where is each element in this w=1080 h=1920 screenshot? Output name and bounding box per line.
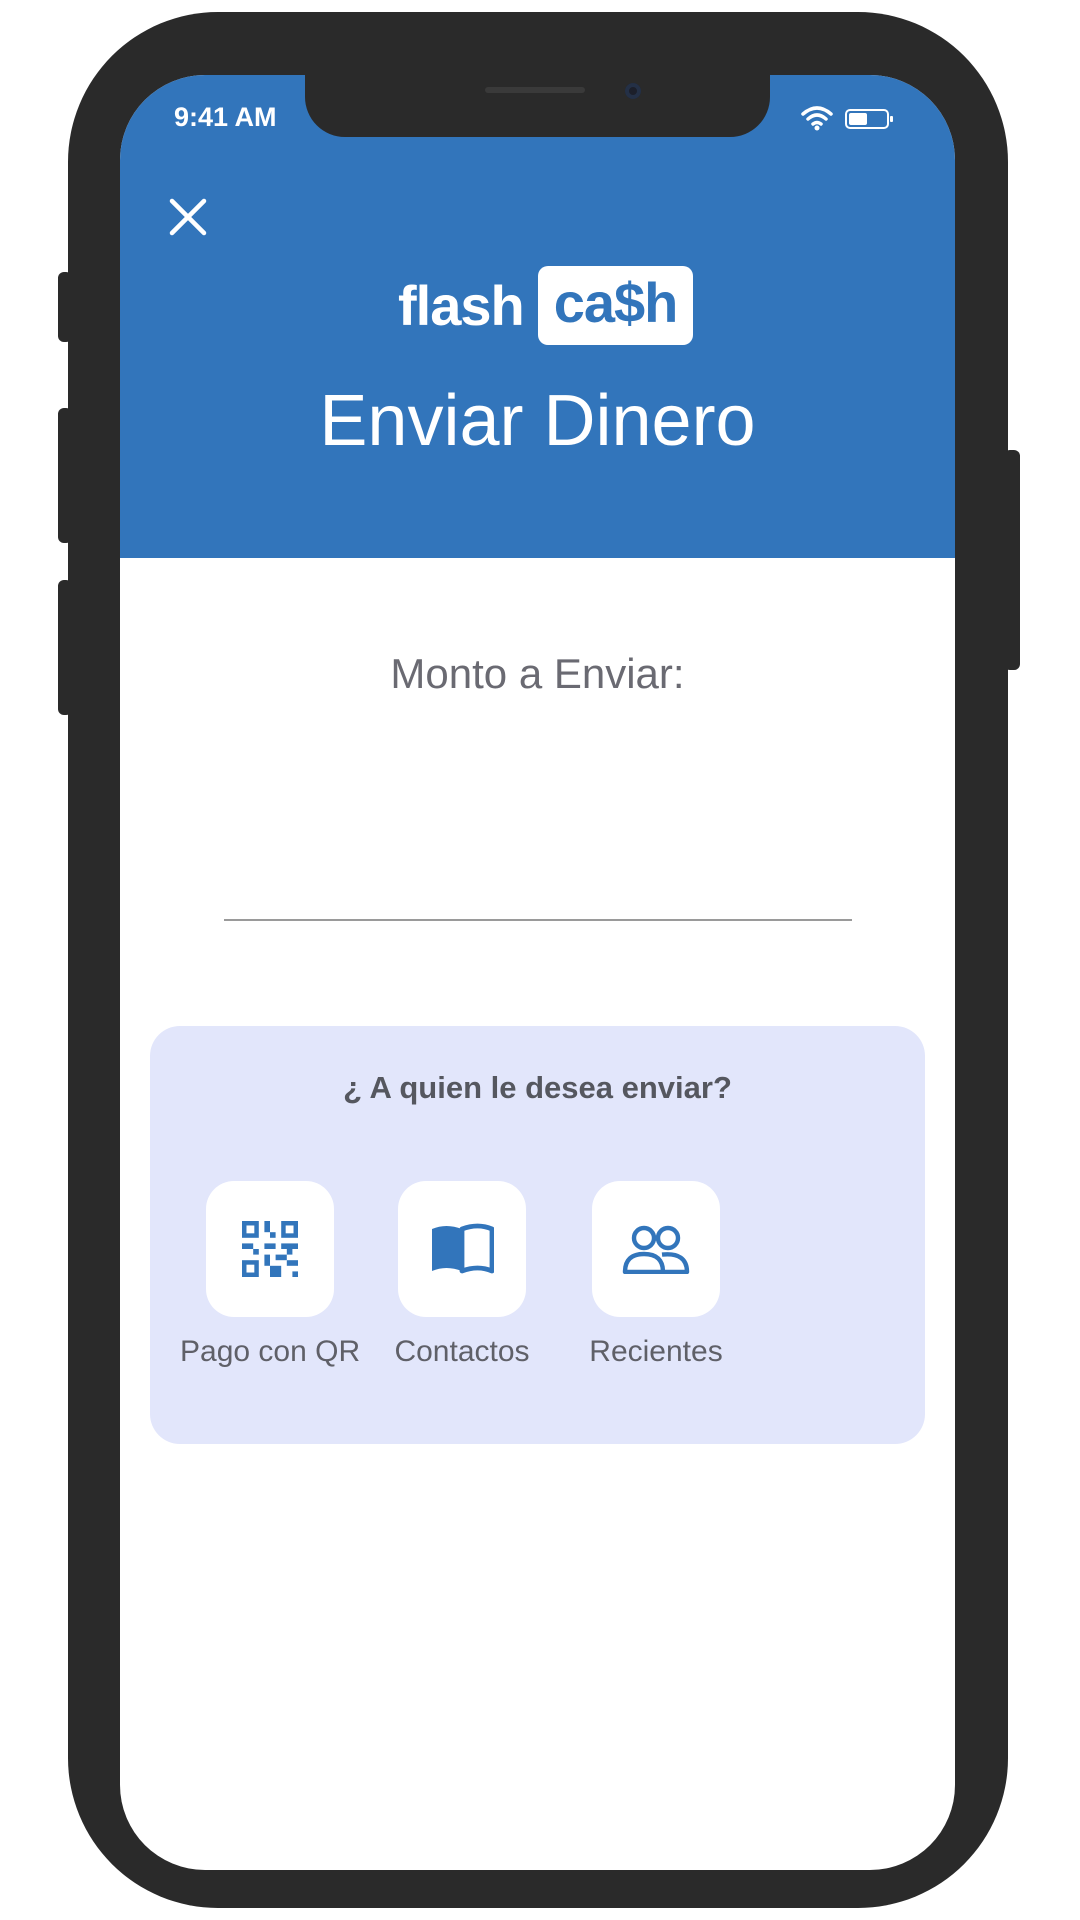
recent-option-label: Recientes	[589, 1335, 723, 1368]
close-icon[interactable]	[164, 193, 212, 241]
recipient-panel: ¿ A quien le desea enviar? Pago con QR C…	[150, 1026, 925, 1444]
book-icon	[432, 1223, 494, 1274]
qr-option-label: Pago con QR	[180, 1335, 361, 1368]
people-icon	[622, 1225, 690, 1274]
qr-code-icon	[242, 1221, 298, 1277]
contacts-option[interactable]: Contactos	[372, 1181, 552, 1369]
recent-tile[interactable]	[592, 1181, 720, 1317]
status-time: 9:41 AM	[174, 102, 277, 132]
contacts-tile[interactable]	[398, 1181, 526, 1317]
header: 9:41 AM flash ca$h Enviar Dinero	[120, 75, 955, 558]
phone-screen: 9:41 AM flash ca$h Enviar Dinero Monto a…	[120, 75, 955, 1870]
front-camera	[625, 83, 641, 99]
recent-option[interactable]: Recientes	[566, 1181, 746, 1369]
logo-text-cash: ca$h	[537, 265, 694, 345]
logo-text-flash: flash	[398, 273, 525, 337]
flashcash-logo: flash ca$h	[398, 263, 694, 347]
contacts-option-label: Contactos	[394, 1335, 530, 1368]
pay-with-qr-option[interactable]: Pago con QR	[180, 1181, 360, 1369]
power-button	[1004, 450, 1020, 670]
wifi-icon	[801, 106, 833, 131]
volume-up-button	[58, 408, 72, 543]
page-title: Enviar Dinero	[319, 381, 756, 461]
battery-icon	[845, 109, 893, 129]
speaker	[485, 87, 585, 93]
recipient-question: ¿ A quien le desea enviar?	[343, 1070, 732, 1105]
qr-tile[interactable]	[206, 1181, 334, 1317]
volume-down-button	[58, 580, 72, 715]
amount-label: Monto a Enviar:	[390, 650, 685, 697]
amount-input[interactable]	[224, 845, 852, 921]
notch	[305, 75, 770, 137]
silent-switch	[58, 272, 72, 342]
